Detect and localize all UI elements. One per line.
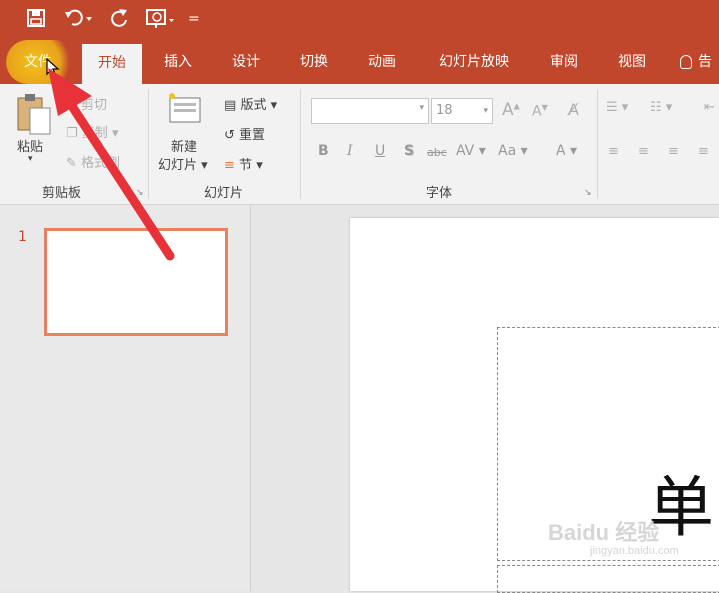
annotation-arrow [48, 68, 175, 261]
